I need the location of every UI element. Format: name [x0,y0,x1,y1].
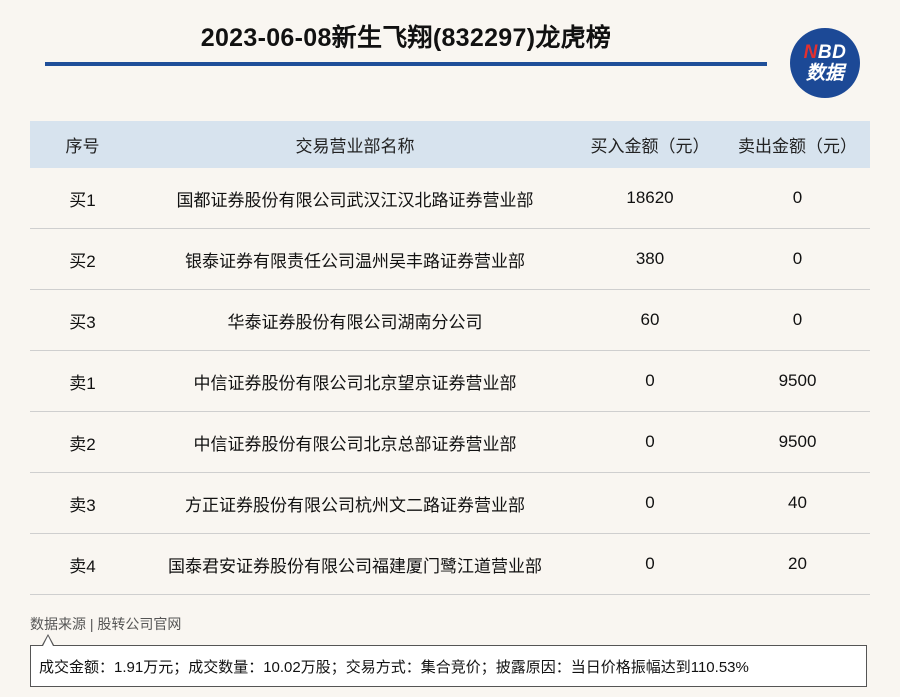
row-seq: 买3 [69,312,96,332]
table-row: 卖1 中信证券股份有限公司北京望京证券营业部 0 9500 [30,351,870,412]
row-buy-amount: 0 [645,371,655,390]
logo-line-2: 数据 [805,63,844,84]
row-sell-amount: 20 [788,554,807,573]
row-branch-name: 中信证券股份有限公司北京望京证券营业部 [193,373,517,393]
page: 2023-06-08新生飞翔(832297)龙虎榜 NBD 数据 序号 交易营业… [0,0,900,697]
row-branch-name: 方正证券股份有限公司杭州文二路证券营业部 [185,495,525,515]
row-seq: 买1 [69,190,96,210]
table-row: 卖4 国泰君安证券股份有限公司福建厦门鹭江道营业部 0 20 [30,534,870,595]
row-sell-amount: 0 [792,188,803,207]
row-sell-amount: 40 [788,493,807,512]
row-sell-amount: 0 [792,310,803,329]
data-source: 数据来源 | 股转公司官网 [30,616,182,632]
row-branch-name: 华泰证券股份有限公司湖南分公司 [227,312,483,332]
header-branch-name: 交易营业部名称 [295,137,415,156]
row-buy-amount: 0 [645,554,655,573]
row-buy-amount: 60 [640,310,660,329]
row-branch-name: 中信证券股份有限公司北京总部证券营业部 [193,434,517,454]
row-buy-amount: 0 [645,432,655,451]
table-row: 卖2 中信证券股份有限公司北京总部证券营业部 0 9500 [30,412,870,473]
row-branch-name: 国都证券股份有限公司武汉江汉北路证券营业部 [176,190,534,210]
page-title: 2023-06-08新生飞翔(832297)龙虎榜 [200,24,612,52]
logo-bd: BD [817,42,847,63]
row-buy-amount: 18620 [626,188,674,207]
row-sell-amount: 9500 [778,432,817,451]
row-seq: 卖3 [69,495,96,515]
row-seq: 卖2 [69,434,96,454]
trade-summary: 成交金额：1.91万元；成交数量：10.02万股；交易方式：集合竞价；披露原因：… [30,645,867,687]
row-seq: 卖4 [69,556,96,576]
row-seq: 卖1 [69,373,96,393]
nbd-logo: NBD 数据 [790,28,860,98]
row-sell-amount: 0 [792,249,803,268]
row-branch-name: 银泰证券有限责任公司温州吴丰路证券营业部 [185,251,525,271]
header-sell-amount: 卖出金额（元） [738,137,857,156]
table-row: 买1 国都证券股份有限公司武汉江汉北路证券营业部 18620 0 [30,168,870,229]
row-buy-amount: 0 [645,493,655,512]
row-buy-amount: 380 [635,249,665,268]
table-body: 买1 国都证券股份有限公司武汉江汉北路证券营业部 18620 0 买2 银泰证券有限责任公… [30,168,870,595]
logo-line-1: NBD [804,43,847,62]
row-seq: 买2 [69,251,96,271]
logo-n: N [803,42,818,63]
row-branch-name: 国泰君安证券股份有限公司福建厦门鹭江道营业部 [168,556,542,576]
table-row: 买3 华泰证券股份有限公司湖南分公司 60 0 [30,290,870,351]
header-seq: 序号 [65,137,100,156]
table-row: 买2 银泰证券有限责任公司温州吴丰路证券营业部 380 0 [30,229,870,290]
title-underline [45,62,767,66]
row-sell-amount: 9500 [778,371,817,390]
header-buy-amount: 买入金额（元） [590,137,710,156]
table-header: 序号 交易营业部名称 买入金额（元） 卖出金额（元） [30,121,870,168]
dragon-tiger-table: 序号 交易营业部名称 买入金额（元） 卖出金额（元） 买1 国都证券股份有限公司武… [30,121,870,595]
table-row: 卖3 方正证券股份有限公司杭州文二路证券营业部 0 40 [30,473,870,534]
summary-pointer-fill [43,636,53,646]
